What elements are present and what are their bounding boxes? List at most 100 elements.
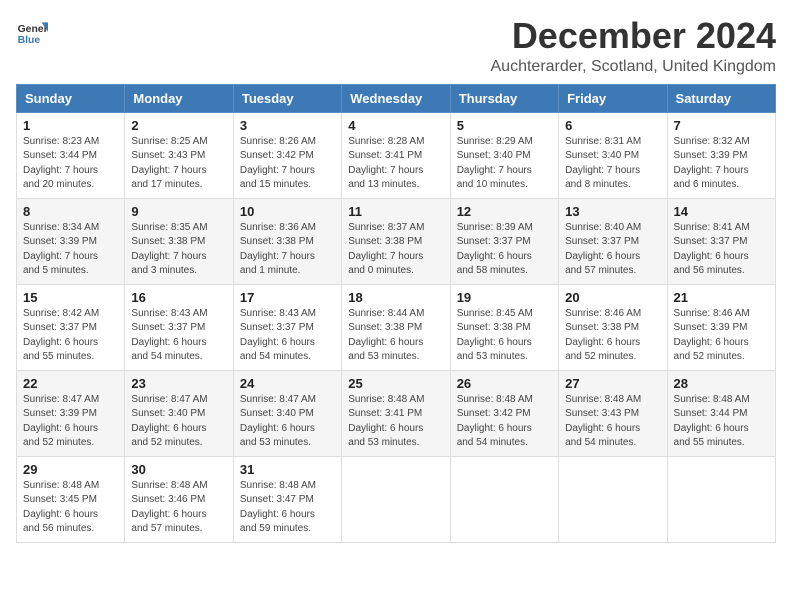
day-info: Sunrise: 8:29 AM Sunset: 3:40 PM Dayligh… <box>457 135 552 193</box>
day-info: Sunrise: 8:48 AM Sunset: 3:42 PM Dayligh… <box>457 393 552 451</box>
week-row-4: 22 Sunrise: 8:47 AM Sunset: 3:39 PM Dayli… <box>17 370 776 456</box>
day-cell-27: 27 Sunrise: 8:48 AM Sunset: 3:43 PM Dayli… <box>559 370 667 456</box>
day-cell-4: 4 Sunrise: 8:28 AM Sunset: 3:41 PM Daylig… <box>342 112 450 198</box>
day-number: 16 <box>131 290 226 305</box>
day-info: Sunrise: 8:48 AM Sunset: 3:45 PM Dayligh… <box>23 479 118 537</box>
day-number: 11 <box>348 204 443 219</box>
day-header-tuesday: Tuesday <box>233 84 341 112</box>
day-number: 27 <box>565 376 660 391</box>
day-cell-14: 14 Sunrise: 8:41 AM Sunset: 3:37 PM Dayli… <box>667 198 775 284</box>
day-cell-22: 22 Sunrise: 8:47 AM Sunset: 3:39 PM Dayli… <box>17 370 125 456</box>
day-info: Sunrise: 8:25 AM Sunset: 3:43 PM Dayligh… <box>131 135 226 193</box>
main-title: December 2024 <box>491 16 777 56</box>
day-cell-5: 5 Sunrise: 8:29 AM Sunset: 3:40 PM Daylig… <box>450 112 558 198</box>
day-cell-7: 7 Sunrise: 8:32 AM Sunset: 3:39 PM Daylig… <box>667 112 775 198</box>
day-cell-21: 21 Sunrise: 8:46 AM Sunset: 3:39 PM Dayli… <box>667 284 775 370</box>
day-number: 2 <box>131 118 226 133</box>
day-number: 21 <box>674 290 769 305</box>
day-info: Sunrise: 8:48 AM Sunset: 3:41 PM Dayligh… <box>348 393 443 451</box>
day-info: Sunrise: 8:48 AM Sunset: 3:46 PM Dayligh… <box>131 479 226 537</box>
day-cell-8: 8 Sunrise: 8:34 AM Sunset: 3:39 PM Daylig… <box>17 198 125 284</box>
empty-cell <box>559 456 667 542</box>
day-cell-31: 31 Sunrise: 8:48 AM Sunset: 3:47 PM Dayli… <box>233 456 341 542</box>
day-cell-18: 18 Sunrise: 8:44 AM Sunset: 3:38 PM Dayli… <box>342 284 450 370</box>
day-number: 31 <box>240 462 335 477</box>
day-cell-15: 15Sunrise: 8:42 AM Sunset: 3:37 PM Dayli… <box>17 284 125 370</box>
week-row-5: 29Sunrise: 8:48 AM Sunset: 3:45 PM Dayli… <box>17 456 776 542</box>
day-number: 15 <box>23 290 118 305</box>
day-cell-11: 11 Sunrise: 8:37 AM Sunset: 3:38 PM Dayli… <box>342 198 450 284</box>
day-cell-13: 13Sunrise: 8:40 AM Sunset: 3:37 PM Dayli… <box>559 198 667 284</box>
day-cell-25: 25 Sunrise: 8:48 AM Sunset: 3:41 PM Dayli… <box>342 370 450 456</box>
day-cell-10: 10Sunrise: 8:36 AM Sunset: 3:38 PM Dayli… <box>233 198 341 284</box>
day-info: Sunrise: 8:47 AM Sunset: 3:40 PM Dayligh… <box>240 393 335 451</box>
empty-cell <box>667 456 775 542</box>
day-info: Sunrise: 8:44 AM Sunset: 3:38 PM Dayligh… <box>348 307 443 365</box>
day-info: Sunrise: 8:40 AM Sunset: 3:37 PM Dayligh… <box>565 221 660 279</box>
day-number: 9 <box>131 204 226 219</box>
day-info: Sunrise: 8:23 AM Sunset: 3:44 PM Dayligh… <box>23 135 118 193</box>
calendar-table: SundayMondayTuesdayWednesdayThursdayFrid… <box>16 84 776 543</box>
day-header-thursday: Thursday <box>450 84 558 112</box>
day-number: 3 <box>240 118 335 133</box>
day-number: 8 <box>23 204 118 219</box>
day-number: 5 <box>457 118 552 133</box>
calendar-header-row: SundayMondayTuesdayWednesdayThursdayFrid… <box>17 84 776 112</box>
day-number: 26 <box>457 376 552 391</box>
day-cell-30: 30Sunrise: 8:48 AM Sunset: 3:46 PM Dayli… <box>125 456 233 542</box>
day-info: Sunrise: 8:46 AM Sunset: 3:39 PM Dayligh… <box>674 307 769 365</box>
day-cell-28: 28 Sunrise: 8:48 AM Sunset: 3:44 PM Dayli… <box>667 370 775 456</box>
title-block: December 2024 Auchterarder, Scotland, Un… <box>491 16 777 76</box>
day-info: Sunrise: 8:31 AM Sunset: 3:40 PM Dayligh… <box>565 135 660 193</box>
day-number: 6 <box>565 118 660 133</box>
day-cell-24: 24 Sunrise: 8:47 AM Sunset: 3:40 PM Dayli… <box>233 370 341 456</box>
day-header-monday: Monday <box>125 84 233 112</box>
day-info: Sunrise: 8:47 AM Sunset: 3:39 PM Dayligh… <box>23 393 118 451</box>
svg-text:Blue: Blue <box>18 35 41 46</box>
day-cell-16: 16Sunrise: 8:43 AM Sunset: 3:37 PM Dayli… <box>125 284 233 370</box>
day-number: 7 <box>674 118 769 133</box>
week-row-3: 15Sunrise: 8:42 AM Sunset: 3:37 PM Dayli… <box>17 284 776 370</box>
day-info: Sunrise: 8:41 AM Sunset: 3:37 PM Dayligh… <box>674 221 769 279</box>
day-header-wednesday: Wednesday <box>342 84 450 112</box>
day-cell-3: 3Sunrise: 8:26 AM Sunset: 3:42 PM Daylig… <box>233 112 341 198</box>
day-info: Sunrise: 8:48 AM Sunset: 3:43 PM Dayligh… <box>565 393 660 451</box>
day-cell-26: 26 Sunrise: 8:48 AM Sunset: 3:42 PM Dayli… <box>450 370 558 456</box>
day-number: 10 <box>240 204 335 219</box>
empty-cell <box>450 456 558 542</box>
day-info: Sunrise: 8:37 AM Sunset: 3:38 PM Dayligh… <box>348 221 443 279</box>
day-number: 24 <box>240 376 335 391</box>
day-cell-12: 12 Sunrise: 8:39 AM Sunset: 3:37 PM Dayli… <box>450 198 558 284</box>
day-number: 19 <box>457 290 552 305</box>
day-info: Sunrise: 8:46 AM Sunset: 3:38 PM Dayligh… <box>565 307 660 365</box>
day-number: 28 <box>674 376 769 391</box>
day-cell-6: 6 Sunrise: 8:31 AM Sunset: 3:40 PM Daylig… <box>559 112 667 198</box>
day-cell-29: 29Sunrise: 8:48 AM Sunset: 3:45 PM Dayli… <box>17 456 125 542</box>
day-number: 20 <box>565 290 660 305</box>
day-number: 22 <box>23 376 118 391</box>
day-cell-17: 17 Sunrise: 8:43 AM Sunset: 3:37 PM Dayli… <box>233 284 341 370</box>
day-info: Sunrise: 8:39 AM Sunset: 3:37 PM Dayligh… <box>457 221 552 279</box>
day-number: 14 <box>674 204 769 219</box>
day-header-saturday: Saturday <box>667 84 775 112</box>
page-header: General Blue December 2024 Auchterarder,… <box>16 16 776 76</box>
day-info: Sunrise: 8:32 AM Sunset: 3:39 PM Dayligh… <box>674 135 769 193</box>
day-number: 18 <box>348 290 443 305</box>
day-info: Sunrise: 8:43 AM Sunset: 3:37 PM Dayligh… <box>240 307 335 365</box>
day-cell-23: 23Sunrise: 8:47 AM Sunset: 3:40 PM Dayli… <box>125 370 233 456</box>
day-cell-1: 1Sunrise: 8:23 AM Sunset: 3:44 PM Daylig… <box>17 112 125 198</box>
day-cell-2: 2 Sunrise: 8:25 AM Sunset: 3:43 PM Daylig… <box>125 112 233 198</box>
day-info: Sunrise: 8:48 AM Sunset: 3:44 PM Dayligh… <box>674 393 769 451</box>
day-info: Sunrise: 8:47 AM Sunset: 3:40 PM Dayligh… <box>131 393 226 451</box>
day-info: Sunrise: 8:48 AM Sunset: 3:47 PM Dayligh… <box>240 479 335 537</box>
day-cell-20: 20 Sunrise: 8:46 AM Sunset: 3:38 PM Dayli… <box>559 284 667 370</box>
day-info: Sunrise: 8:28 AM Sunset: 3:41 PM Dayligh… <box>348 135 443 193</box>
day-info: Sunrise: 8:34 AM Sunset: 3:39 PM Dayligh… <box>23 221 118 279</box>
week-row-1: 1Sunrise: 8:23 AM Sunset: 3:44 PM Daylig… <box>17 112 776 198</box>
day-number: 25 <box>348 376 443 391</box>
day-header-friday: Friday <box>559 84 667 112</box>
empty-cell <box>342 456 450 542</box>
day-number: 17 <box>240 290 335 305</box>
day-number: 12 <box>457 204 552 219</box>
day-number: 4 <box>348 118 443 133</box>
